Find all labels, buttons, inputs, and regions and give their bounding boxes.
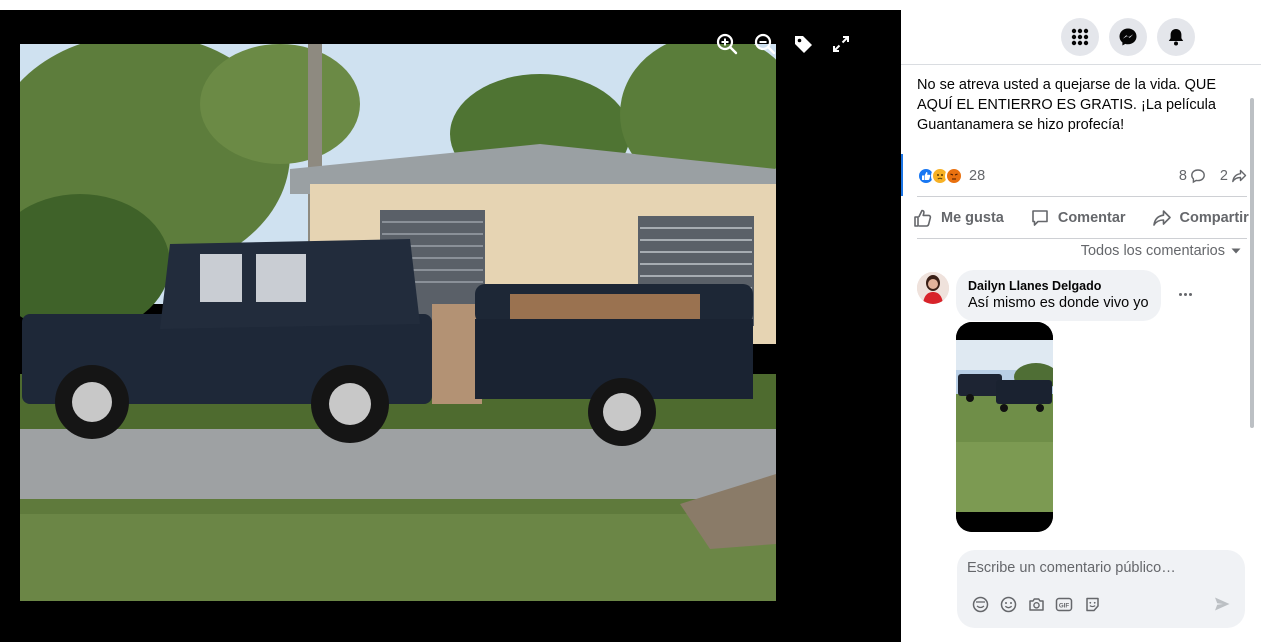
tag-photo-button[interactable]	[784, 30, 822, 58]
comments-sort-dropdown[interactable]: Todos los comentarios	[1081, 243, 1241, 259]
post-caption: No se atreva usted a quejarse de la vida…	[917, 77, 1217, 133]
composer-tools: GIF	[971, 595, 1101, 613]
notifications-button[interactable]	[1157, 18, 1195, 56]
comments-count-link[interactable]: 8	[1179, 168, 1206, 184]
like-label: Me gusta	[941, 210, 1004, 226]
comment-attached-photo[interactable]	[956, 322, 1053, 532]
focus-marker	[901, 154, 903, 196]
post-details-panel: No se atreva usted a quejarse de la vida…	[901, 0, 1261, 642]
comments-count: 8	[1178, 168, 1187, 184]
facebook-photo-viewer: No se atreva usted a quejarse de la vida…	[0, 0, 1261, 642]
send-icon[interactable]	[1213, 595, 1231, 613]
viewer-toolbar	[708, 30, 860, 58]
top-divider	[901, 64, 1261, 65]
zoom-in-icon	[716, 33, 738, 55]
comment-author[interactable]: Dailyn Llanes Delgado	[968, 278, 1149, 294]
more-dot-icon	[1188, 292, 1192, 296]
stats-divider	[917, 196, 1247, 197]
post-stats: 28 8 2	[901, 154, 1247, 196]
gif-icon: GIF	[1055, 597, 1073, 611]
camera-icon	[1028, 597, 1044, 611]
avatar-sticker-button[interactable]	[971, 595, 989, 613]
zoom-in-button[interactable]	[708, 30, 746, 58]
share-icon	[1152, 210, 1171, 226]
messenger-icon	[1119, 28, 1137, 46]
angry-reaction-icon	[945, 167, 963, 185]
avatar-sticker-icon	[1085, 597, 1099, 611]
more-dot-icon	[1183, 292, 1187, 296]
photo-upload-button[interactable]	[1027, 595, 1045, 613]
chevron-down-icon	[1231, 248, 1241, 254]
fullscreen-icon	[833, 36, 849, 52]
comment-label: Comentar	[1057, 210, 1126, 226]
thumbs-up-icon	[914, 209, 932, 227]
top-navigation	[1061, 18, 1195, 56]
comment-bubble-icon	[1191, 169, 1205, 184]
emoji-button[interactable]	[999, 595, 1017, 613]
comment-composer: GIF	[957, 550, 1245, 628]
comments-sort-label: Todos los comentarios	[1080, 243, 1225, 259]
comment-text: Así mismo es donde vivo yo	[968, 295, 1149, 311]
messenger-button[interactable]	[1109, 18, 1147, 56]
zoom-out-icon	[754, 33, 776, 55]
commenter-avatar[interactable]	[917, 272, 949, 304]
share-button[interactable]: Compartir	[1152, 208, 1249, 228]
svg-text:GIF: GIF	[1059, 602, 1070, 609]
comment-options-button[interactable]	[1175, 288, 1195, 300]
sticker-button[interactable]	[1083, 595, 1101, 613]
notifications-bell-icon	[1168, 29, 1184, 46]
actions-divider	[917, 238, 1247, 239]
shares-count: 2	[1219, 168, 1228, 184]
comment-button[interactable]: Comentar	[1030, 208, 1126, 228]
shares-count-link[interactable]: 2	[1220, 168, 1247, 184]
panel-scrollbar[interactable]	[1250, 98, 1254, 428]
tag-icon	[795, 36, 812, 53]
menu-button[interactable]	[1061, 18, 1099, 56]
comment-input[interactable]	[967, 560, 1227, 576]
reactions-summary[interactable]: 28	[917, 167, 985, 185]
sticker-icon	[972, 596, 988, 612]
comment-bubble: Dailyn Llanes Delgado Así mismo es donde…	[956, 270, 1161, 321]
emoji-icon	[1000, 596, 1016, 612]
menu-grid-icon	[1071, 28, 1089, 46]
reactions-count: 28	[969, 168, 986, 184]
post-photo[interactable]	[20, 44, 776, 601]
share-arrow-icon	[1232, 169, 1247, 183]
fullscreen-button[interactable]	[822, 30, 860, 58]
like-button[interactable]: Me gusta	[913, 208, 1004, 228]
engagement-counts: 8 2	[1179, 168, 1247, 184]
zoom-out-button[interactable]	[746, 30, 784, 58]
gif-button[interactable]: GIF	[1055, 595, 1073, 613]
post-actions: Me gusta Comentar Compartir	[913, 203, 1249, 233]
share-label: Compartir	[1179, 210, 1249, 226]
photo-viewer	[0, 10, 901, 642]
more-dot-icon	[1178, 292, 1182, 296]
comment-icon	[1032, 210, 1048, 226]
